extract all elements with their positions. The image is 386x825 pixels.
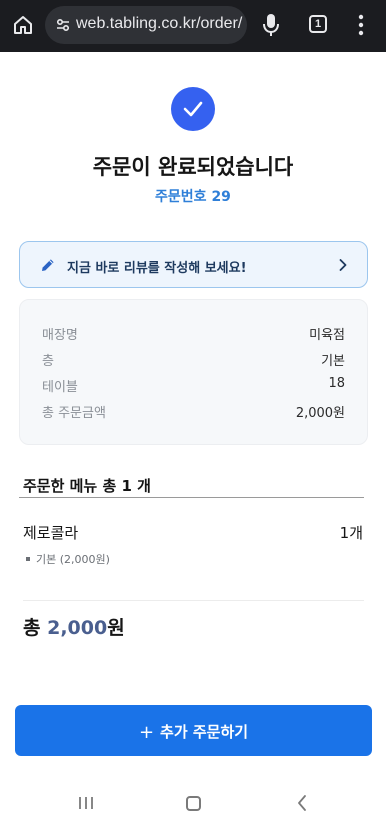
menu-item-qty: 1개 — [339, 524, 363, 542]
total-value: 2,000 — [47, 617, 108, 639]
add-order-button[interactable]: + 추가 주문하기 — [15, 705, 372, 756]
tab-switcher-icon[interactable]: 1 — [309, 15, 327, 33]
site-settings-icon[interactable] — [55, 17, 71, 33]
success-badge — [171, 87, 215, 131]
pencil-icon — [42, 259, 54, 271]
info-label: 테이블 — [42, 380, 78, 395]
menu-heading: 주문한 메뉴 총 1 개 — [23, 477, 151, 495]
chevron-right-icon — [339, 259, 347, 271]
info-row-total: 총 주문금액 2,000원 — [42, 402, 345, 422]
info-label: 매장명 — [42, 328, 78, 343]
address-bar[interactable]: web.tabling.co.kr/order/ — [45, 6, 247, 44]
check-icon — [183, 101, 203, 117]
add-order-label: 추가 주문하기 — [160, 723, 249, 741]
bullet-icon — [26, 557, 30, 561]
review-banner[interactable]: 지금 바로 리뷰를 작성해 보세요! — [19, 241, 368, 288]
total-suffix: 원 — [107, 617, 125, 639]
info-value: 기본 — [321, 354, 345, 369]
review-banner-text: 지금 바로 리뷰를 작성해 보세요! — [67, 261, 247, 276]
menu-item-name: 제로콜라 — [23, 524, 79, 542]
order-number: 주문번호 29 — [155, 189, 231, 205]
more-vert-icon[interactable] — [358, 14, 364, 36]
divider — [23, 600, 364, 601]
page-title: 주문이 완료되었습니다 — [92, 155, 294, 179]
info-row-store: 매장명 미육점 — [42, 324, 345, 344]
recent-apps-icon[interactable] — [78, 796, 94, 810]
total-amount: 총 2,000원 — [23, 613, 125, 640]
total-prefix: 총 — [23, 617, 48, 639]
menu-item-option: 기본 (2,000원) — [26, 551, 110, 567]
menu-item-option-text: 기본 (2,000원) — [36, 553, 110, 566]
info-row-floor: 층 기본 — [42, 350, 345, 370]
info-label: 총 주문금액 — [42, 406, 106, 421]
url-text[interactable]: web.tabling.co.kr/order/ — [76, 15, 242, 33]
info-label: 층 — [42, 354, 54, 369]
browser-toolbar: web.tabling.co.kr/order/ 1 — [0, 0, 386, 52]
plus-icon: + — [138, 722, 155, 743]
info-value: 2,000원 — [295, 406, 345, 421]
add-order-button-content: + 추가 주문하기 — [15, 721, 372, 743]
system-nav-bar — [0, 772, 386, 825]
info-row-table: 테이블 18 — [42, 376, 345, 396]
info-value: 18 — [328, 376, 345, 391]
divider — [19, 497, 364, 498]
mic-icon[interactable] — [262, 13, 280, 37]
home-icon[interactable] — [12, 14, 34, 36]
order-info-card: 매장명 미육점 층 기본 테이블 18 총 주문금액 2,000원 — [19, 299, 368, 445]
home-nav-icon[interactable] — [186, 796, 201, 811]
info-value: 미육점 — [309, 328, 345, 343]
back-icon[interactable] — [297, 795, 307, 811]
